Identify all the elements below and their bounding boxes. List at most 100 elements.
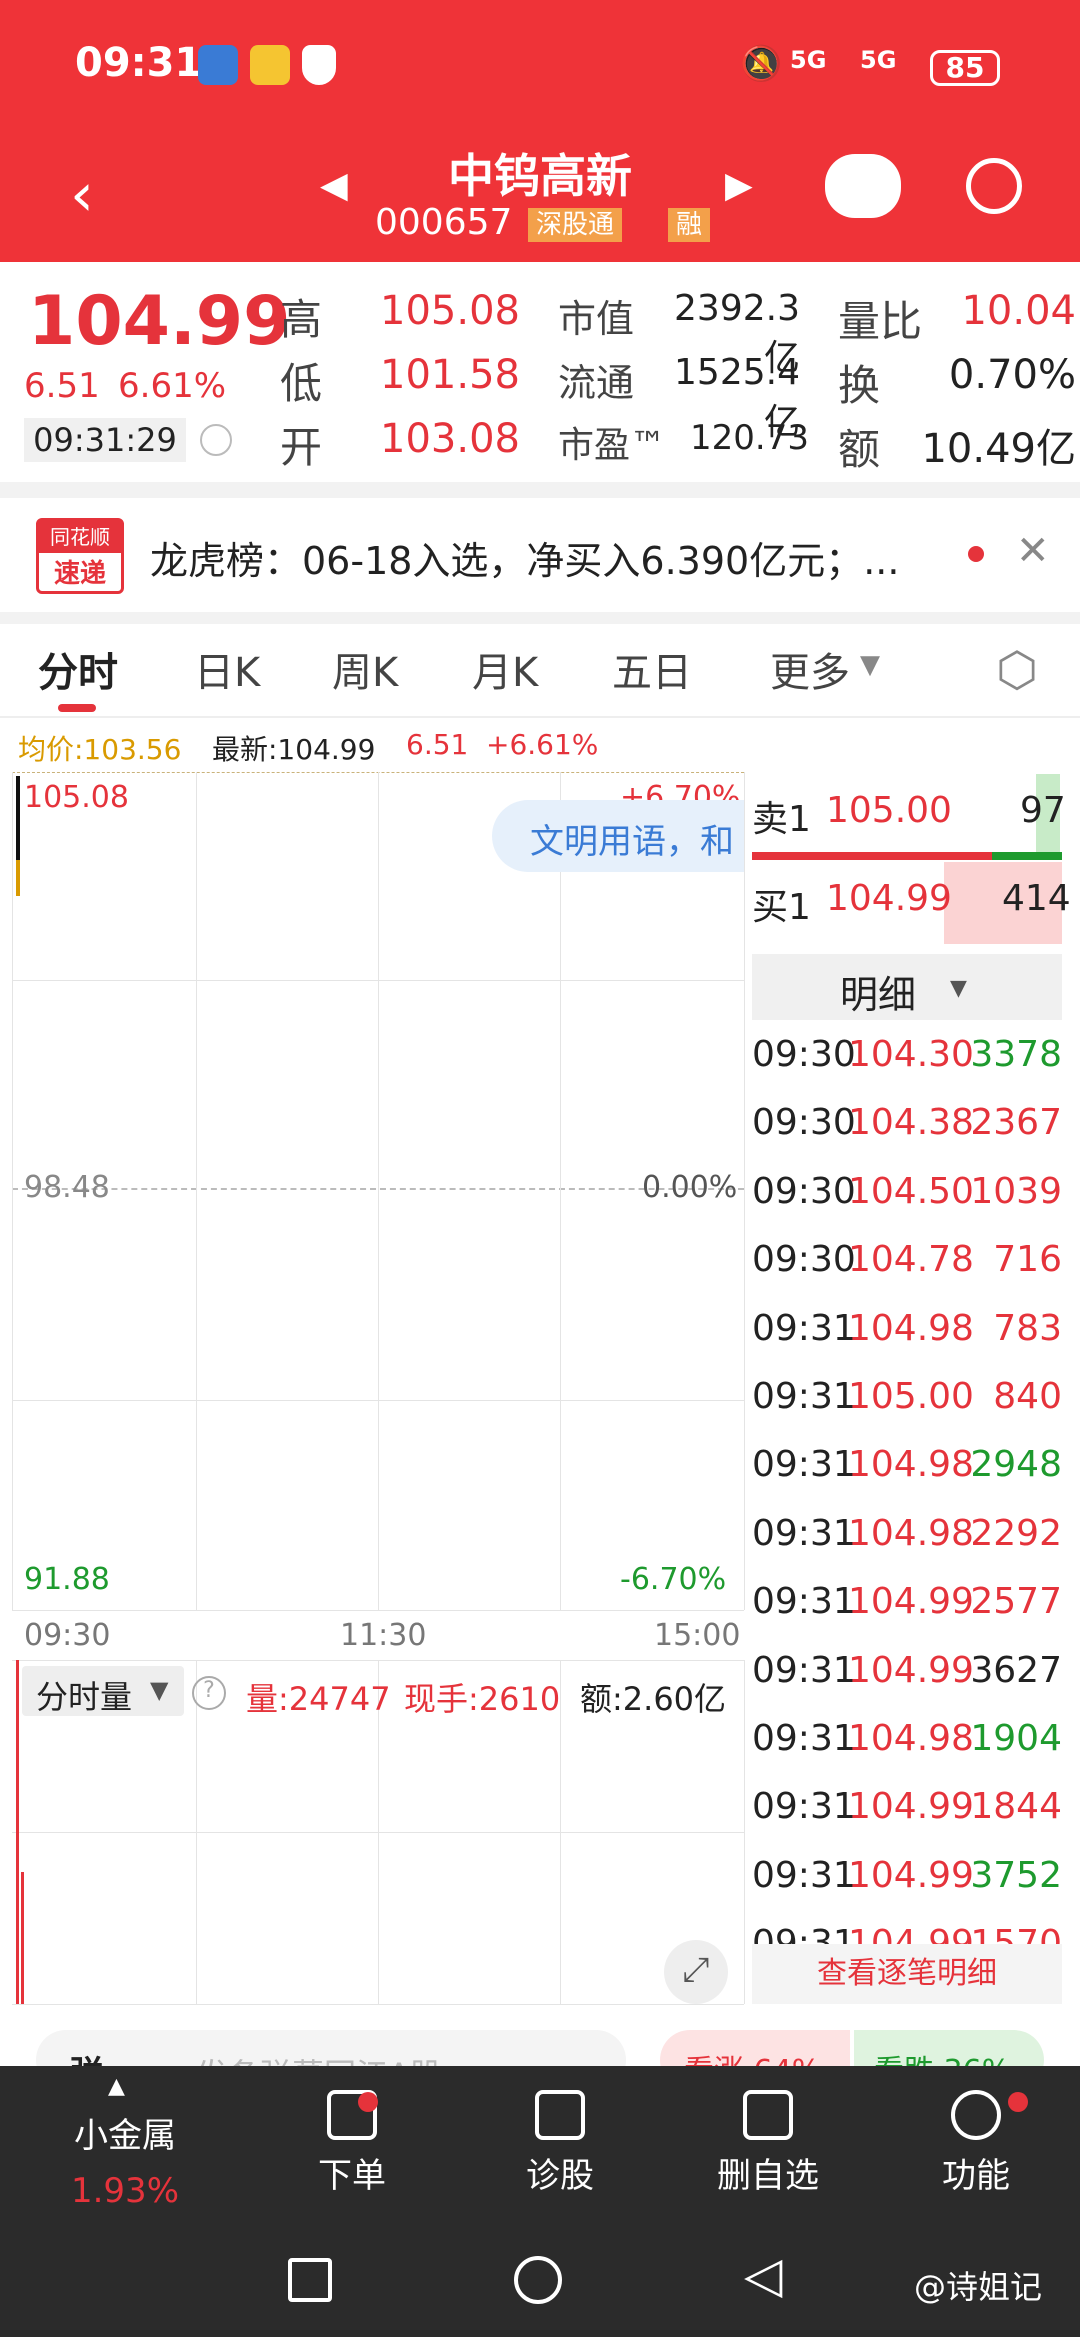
tab-more[interactable]: 更多 xyxy=(770,640,850,698)
trade-time: 09:31 xyxy=(752,1718,856,1759)
volume-ratio-value: 10.04 xyxy=(961,288,1076,334)
grid-line xyxy=(744,772,745,1610)
nav-diagnose[interactable]: 诊股 xyxy=(490,2090,630,2197)
unread-dot xyxy=(968,546,984,562)
robot-assistant-icon[interactable] xyxy=(825,154,901,218)
trade-volume: 716 xyxy=(993,1239,1062,1281)
trade-volume: 3378 xyxy=(970,1034,1062,1075)
trade-volume: 1904 xyxy=(970,1718,1062,1759)
danmaku-bubble[interactable]: 文明用语，和 xyxy=(492,800,744,872)
recents-icon[interactable] xyxy=(288,2258,332,2302)
trade-time: 09:31 xyxy=(752,1444,856,1486)
bid-price: 104.99 xyxy=(826,878,952,919)
trade-price: 104.30 xyxy=(848,1034,974,1075)
nav-order[interactable]: 下单 xyxy=(282,2090,422,2197)
tab-intraday[interactable]: 分时 xyxy=(38,640,118,698)
grid-line xyxy=(378,772,379,1610)
trade-row: 09:31 104.99 1844 xyxy=(752,1772,1062,1840)
x-label-close: 15:00 xyxy=(654,1618,741,1653)
settings-icon[interactable]: ⬡ xyxy=(996,642,1038,698)
grid-line xyxy=(12,772,13,1610)
latest-price-label: 最新:104.99 xyxy=(212,733,376,766)
trade-price: 104.50 xyxy=(848,1170,974,1212)
detail-header[interactable]: 明细 ▼ xyxy=(752,954,1062,1020)
trade-row: 09:31 104.99 3752 xyxy=(752,1841,1062,1909)
x-label-open: 09:30 xyxy=(24,1618,111,1653)
avg-price-line xyxy=(16,860,20,896)
chart-mid-price: 98.48 xyxy=(24,1170,110,1205)
mute-icon: 🔕 xyxy=(740,44,783,84)
chart-change: 6.51 xyxy=(406,728,469,761)
back-nav-icon[interactable]: ◁ xyxy=(744,2246,782,2304)
ratio-bar-green xyxy=(992,852,1062,860)
sector-pct: 1.93% xyxy=(70,2171,179,2211)
status-bar: 09:31 🔕 5G 5G 85 xyxy=(0,0,1080,140)
trade-time: 09:31 xyxy=(752,1512,856,1554)
avg-price-label: 均价:103.56 xyxy=(18,733,182,766)
tab-daily-k[interactable]: 日K xyxy=(194,640,260,698)
view-all-trades-link[interactable]: 查看逐笔明细 xyxy=(752,1944,1062,2004)
bid-qty: 414 xyxy=(1002,878,1071,919)
close-icon[interactable]: ✕ xyxy=(1016,528,1050,574)
functions-icon xyxy=(951,2090,1001,2140)
bid-label: 买1 xyxy=(752,887,811,928)
divider xyxy=(0,482,1080,498)
system-nav-bar: ◁ @诗姐记 xyxy=(0,2226,1080,2337)
current-hand: 现手:2610 xyxy=(404,1680,561,1718)
tab-five-day[interactable]: 五日 xyxy=(612,640,692,698)
trade-row: 09:31 104.98 1904 xyxy=(752,1704,1062,1772)
fullscreen-icon[interactable]: ⤢ xyxy=(664,1940,728,2004)
trade-volume: 840 xyxy=(993,1376,1062,1417)
ths-logo: 同花顺 速递 xyxy=(36,518,124,594)
trade-row: 09:31 104.98 2292 xyxy=(752,1499,1062,1567)
trade-row: 09:31 104.98 783 xyxy=(752,1294,1062,1362)
info-icon[interactable] xyxy=(200,424,232,456)
trade-price: 104.99 xyxy=(848,1854,974,1896)
x-label-mid: 11:30 xyxy=(340,1618,427,1653)
tab-indicator xyxy=(58,704,96,712)
ratio-bar-red xyxy=(752,852,992,860)
sector-button[interactable]: 小金属 1.93% xyxy=(50,2108,200,2211)
trade-row: 09:30 104.38 2367 xyxy=(752,1088,1062,1156)
price-change-pct: 6.61% xyxy=(118,366,227,406)
trade-time: 09:31 xyxy=(752,1649,856,1691)
volume-ratio-label: 量比 xyxy=(838,297,923,346)
search-icon[interactable] xyxy=(966,158,1022,214)
trade-row: 09:31 104.99 3627 xyxy=(752,1636,1062,1704)
caret-up-icon: ▲ xyxy=(108,2074,125,2099)
badge-shenzhen-connect: 深股通 xyxy=(528,208,623,242)
trade-row: 09:30 104.30 3378 xyxy=(752,1020,1062,1088)
chart-change-pct: +6.61% xyxy=(486,728,599,761)
grid-line xyxy=(560,772,561,1610)
help-icon[interactable]: ? xyxy=(192,1676,226,1710)
news-text: 龙虎榜：06-18入选，净买入6.390亿元；... xyxy=(150,539,900,583)
nav-remove-watchlist[interactable]: 删自选 xyxy=(698,2090,838,2197)
trade-price: 104.98 xyxy=(848,1307,974,1349)
trade-time: 09:31 xyxy=(752,1854,856,1896)
amount-label: 额 xyxy=(838,425,881,474)
trade-row: 09:31 104.98 2948 xyxy=(752,1430,1062,1498)
volume-selector[interactable]: 分时量 ▼ xyxy=(22,1666,184,1716)
pe-value: 120.73 xyxy=(690,418,809,458)
signal-5g-2: 5G xyxy=(860,46,897,74)
tab-monthly-k[interactable]: 月K xyxy=(472,640,538,698)
trade-volume: 1039 xyxy=(970,1170,1062,1212)
open-value: 103.08 xyxy=(380,416,520,462)
quote-time: 09:31:29 xyxy=(24,418,186,462)
grid-line xyxy=(196,1660,197,2004)
low-value: 101.58 xyxy=(380,352,520,398)
trade-row: 09:31 105.00 840 xyxy=(752,1362,1062,1430)
news-banner[interactable]: 同花顺 速递 龙虎榜：06-18入选，净买入6.390亿元；... ✕ xyxy=(0,500,1080,612)
trade-volume: 2948 xyxy=(970,1444,1062,1486)
grid-line xyxy=(12,1610,744,1611)
next-stock-icon[interactable]: ▶ xyxy=(725,165,753,206)
trade-price: 104.98 xyxy=(848,1718,974,1759)
badge-margin: 融 xyxy=(668,208,711,242)
trade-price: 104.38 xyxy=(848,1102,974,1144)
functions-badge-dot xyxy=(1008,2092,1028,2112)
trade-price: 104.99 xyxy=(848,1581,974,1623)
home-icon[interactable] xyxy=(514,2256,562,2304)
chevron-down-icon[interactable]: ▼ xyxy=(860,650,880,680)
ask-qty: 97 xyxy=(1020,790,1066,831)
tab-weekly-k[interactable]: 周K xyxy=(332,640,398,698)
